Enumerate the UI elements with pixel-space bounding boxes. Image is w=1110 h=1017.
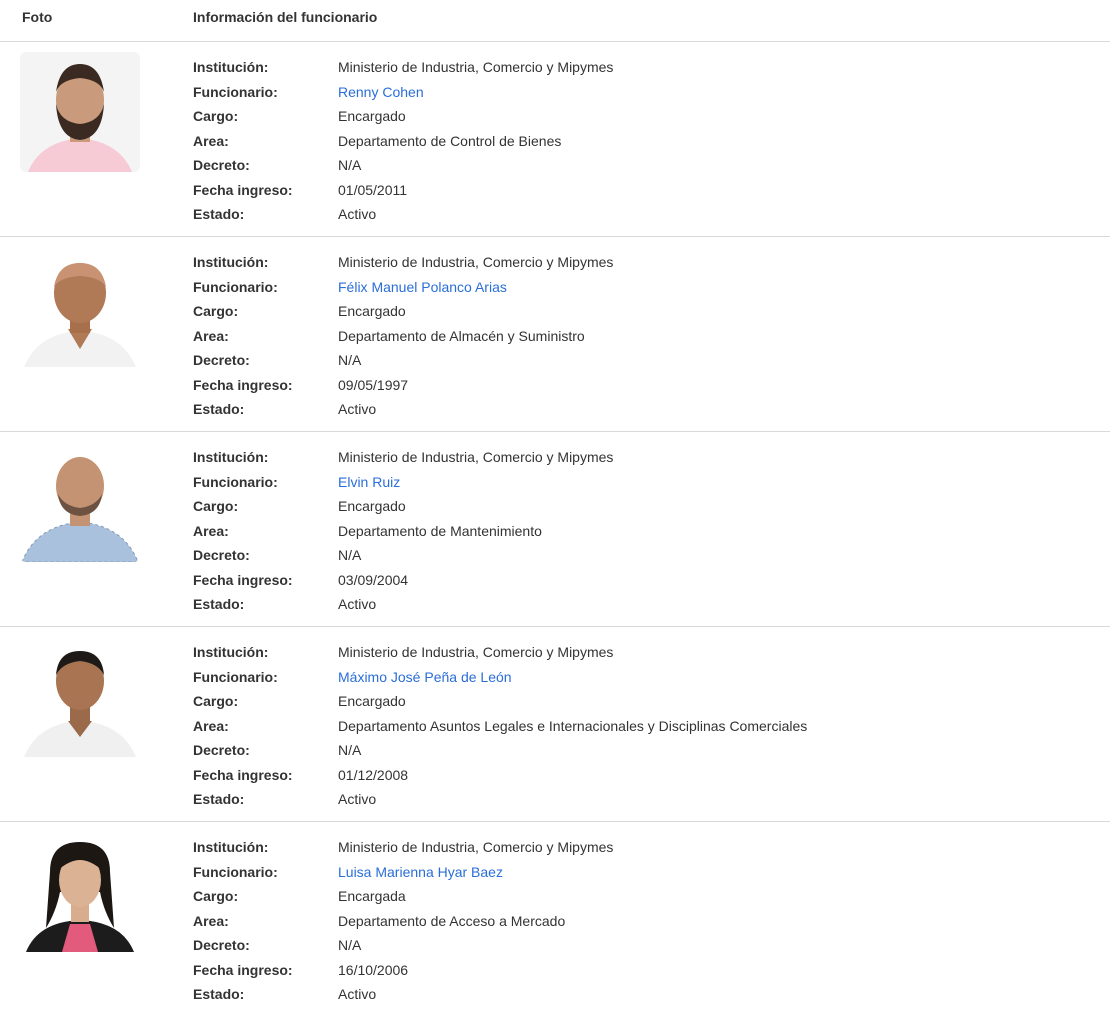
official-label: Funcionario: — [193, 863, 278, 880]
status-label: Estado: — [193, 206, 245, 223]
official-label: Funcionario: — [193, 83, 278, 100]
employee-photo — [20, 247, 140, 367]
table-row: Institución: Ministerio de Industria, Com… — [0, 42, 1110, 237]
position-label: Cargo: — [193, 693, 239, 710]
position-label: Cargo: — [193, 108, 239, 125]
employee-info: Institución: Ministerio de Industria, Com… — [193, 640, 807, 812]
official-name-link[interactable]: Elvin Ruiz — [338, 474, 400, 490]
area-label: Area: — [193, 912, 229, 929]
status-label: Estado: — [193, 791, 245, 808]
decree-label: Decreto: — [193, 157, 250, 174]
area-value: Departamento de Control de Bienes — [338, 132, 562, 149]
area-value: Departamento de Almacén y Suministro — [338, 327, 585, 344]
institution-value: Ministerio de Industria, Comercio y Mipy… — [338, 449, 614, 466]
area-label: Area: — [193, 327, 229, 344]
start-date-value: 01/12/2008 — [338, 766, 409, 783]
employee-info: Institución: Ministerio de Industria, Com… — [193, 55, 613, 227]
decree-value: N/A — [338, 742, 362, 759]
employee-table: Foto Información del funcionario Institu… — [0, 0, 1110, 1017]
start-date-value: 16/10/2006 — [338, 961, 409, 978]
institution-label: Institución: — [193, 254, 269, 271]
employee-photo — [20, 52, 140, 172]
table-row: Institución: Ministerio de Industria, Com… — [0, 822, 1110, 1017]
official-label: Funcionario: — [193, 278, 278, 295]
table-row: Institución: Ministerio de Industria, Com… — [0, 627, 1110, 822]
status-value: Activo — [338, 206, 377, 223]
info-column-header: Información del funcionario — [193, 9, 378, 25]
position-value: Encargado — [338, 693, 406, 710]
status-value: Activo — [338, 986, 377, 1003]
area-value: Departamento de Acceso a Mercado — [338, 912, 566, 929]
start-date-label: Fecha ingreso: — [193, 961, 293, 978]
official-name-link[interactable]: Félix Manuel Polanco Arias — [338, 279, 507, 295]
position-value: Encargada — [338, 888, 406, 905]
decree-value: N/A — [338, 352, 362, 369]
start-date-value: 09/05/1997 — [338, 376, 409, 393]
status-label: Estado: — [193, 596, 245, 613]
decree-value: N/A — [338, 157, 362, 174]
area-value: Departamento Asuntos Legales e Internaci… — [338, 717, 808, 734]
status-value: Activo — [338, 401, 377, 418]
institution-value: Ministerio de Industria, Comercio y Mipy… — [338, 254, 614, 271]
area-label: Area: — [193, 717, 229, 734]
position-value: Encargado — [338, 498, 406, 515]
start-date-label: Fecha ingreso: — [193, 571, 293, 588]
institution-label: Institución: — [193, 449, 269, 466]
decree-label: Decreto: — [193, 742, 250, 759]
table-row: Institución: Ministerio de Industria, Com… — [0, 237, 1110, 432]
position-label: Cargo: — [193, 498, 239, 515]
institution-label: Institución: — [193, 839, 269, 856]
institution-value: Ministerio de Industria, Comercio y Mipy… — [338, 644, 614, 661]
status-label: Estado: — [193, 401, 245, 418]
official-label: Funcionario: — [193, 473, 278, 490]
decree-label: Decreto: — [193, 352, 250, 369]
institution-value: Ministerio de Industria, Comercio y Mipy… — [338, 839, 614, 856]
decree-label: Decreto: — [193, 937, 250, 954]
table-header: Foto Información del funcionario — [0, 0, 1110, 42]
position-value: Encargado — [338, 303, 406, 320]
start-date-label: Fecha ingreso: — [193, 766, 293, 783]
decree-label: Decreto: — [193, 547, 250, 564]
start-date-label: Fecha ingreso: — [193, 181, 293, 198]
area-label: Area: — [193, 132, 229, 149]
decree-value: N/A — [338, 547, 362, 564]
start-date-label: Fecha ingreso: — [193, 376, 293, 393]
employee-photo — [20, 442, 140, 562]
position-label: Cargo: — [193, 888, 239, 905]
employee-info: Institución: Ministerio de Industria, Com… — [193, 250, 613, 422]
area-value: Departamento de Mantenimiento — [338, 522, 542, 539]
employee-info: Institución: Ministerio de Industria, Com… — [193, 835, 613, 1007]
official-name-link[interactable]: Luisa Marienna Hyar Baez — [338, 864, 503, 880]
area-label: Area: — [193, 522, 229, 539]
employee-photo — [20, 637, 140, 757]
status-value: Activo — [338, 596, 377, 613]
employee-info: Institución: Ministerio de Industria, Com… — [193, 445, 613, 617]
status-value: Activo — [338, 791, 377, 808]
status-label: Estado: — [193, 986, 245, 1003]
official-name-link[interactable]: Máximo José Peña de León — [338, 669, 512, 685]
institution-label: Institución: — [193, 644, 269, 661]
position-label: Cargo: — [193, 303, 239, 320]
start-date-value: 01/05/2011 — [338, 181, 408, 198]
start-date-value: 03/09/2004 — [338, 571, 409, 588]
employee-photo — [20, 832, 140, 952]
position-value: Encargado — [338, 108, 406, 125]
institution-label: Institución: — [193, 59, 269, 76]
decree-value: N/A — [338, 937, 362, 954]
table-row: Institución: Ministerio de Industria, Com… — [0, 432, 1110, 627]
institution-value: Ministerio de Industria, Comercio y Mipy… — [338, 59, 614, 76]
official-label: Funcionario: — [193, 668, 278, 685]
photo-column-header: Foto — [22, 9, 53, 25]
official-name-link[interactable]: Renny Cohen — [338, 84, 424, 100]
